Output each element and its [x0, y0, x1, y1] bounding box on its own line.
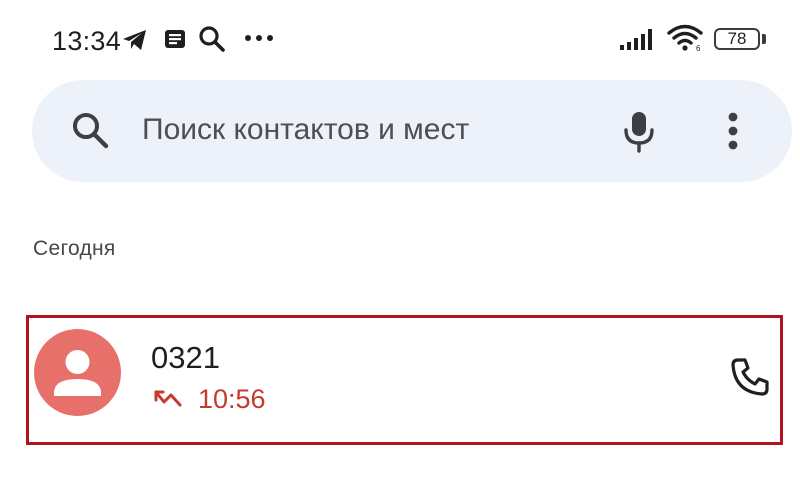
- call-time: 10:56: [198, 384, 266, 414]
- section-header-today: Сегодня: [33, 237, 116, 260]
- svg-text:6: 6: [696, 44, 701, 52]
- battery-icon: 78: [714, 28, 760, 50]
- more-dots-icon: [245, 35, 273, 41]
- search-icon[interactable]: [70, 110, 112, 152]
- more-vert-icon[interactable]: [727, 112, 739, 150]
- call-log-entry[interactable]: 0321 10:56: [26, 315, 783, 445]
- telegram-icon: [123, 30, 146, 50]
- status-bar: 13:34 6 78: [0, 0, 800, 78]
- search-input[interactable]: Поиск контактов и мест: [142, 113, 469, 147]
- status-time: 13:34: [52, 26, 122, 56]
- caller-name: 0321: [151, 340, 220, 375]
- search-bar[interactable]: Поиск контактов и мест: [32, 80, 792, 182]
- mic-icon[interactable]: [622, 110, 656, 154]
- status-search-icon: [199, 26, 225, 52]
- wifi-icon: 6: [667, 24, 703, 52]
- missed-call-icon: [154, 390, 182, 407]
- phone-icon[interactable]: [729, 356, 771, 398]
- battery-tip: [762, 34, 766, 44]
- avatar[interactable]: [34, 329, 121, 416]
- person-icon: [54, 350, 101, 396]
- call-log-screen: 13:34 6 78 Поиск контактов и мест Сегодн…: [0, 0, 800, 487]
- news-icon: [165, 30, 185, 48]
- battery-level: 78: [727, 29, 747, 48]
- signal-icon: [620, 29, 652, 50]
